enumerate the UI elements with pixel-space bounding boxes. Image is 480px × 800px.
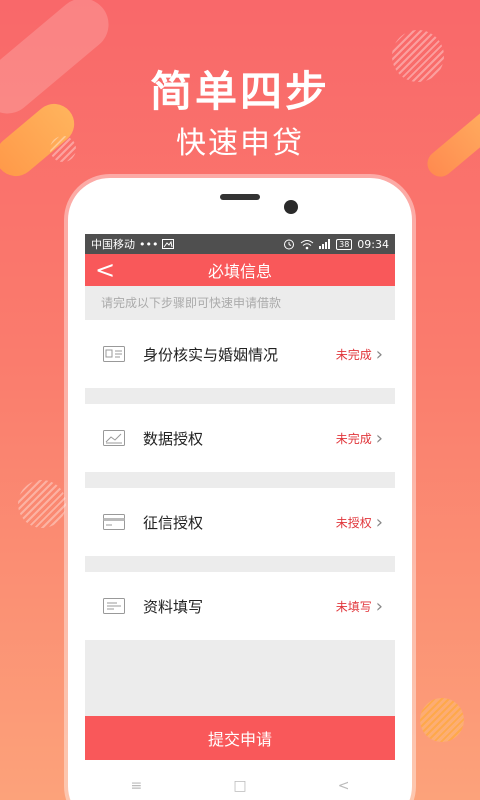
hint-text: 请完成以下步骤即可快速申请借款 [101, 296, 282, 310]
data-chart-icon [103, 429, 127, 447]
step-label: 征信授权 [143, 513, 204, 532]
id-card-icon [103, 345, 127, 363]
step-label: 数据授权 [143, 429, 204, 448]
chevron-right-icon: › [375, 511, 383, 533]
wifi-icon [300, 239, 314, 249]
soft-keys: ≡ □ < [85, 766, 395, 800]
step-data-auth[interactable]: 数据授权 未完成 › [85, 404, 395, 472]
step-label: 身份核实与婚姻情况 [143, 345, 279, 364]
image-notification-icon [162, 239, 175, 249]
step-identity[interactable]: 身份核实与婚姻情况 未完成 › [85, 320, 395, 388]
status-badge: 未授权 [335, 515, 372, 530]
back-button[interactable]: < [95, 256, 115, 284]
decor-ball [18, 480, 66, 528]
clock: 09:34 [357, 237, 389, 251]
step-label: 资料填写 [143, 597, 204, 616]
submit-button[interactable]: 提交申请 [85, 716, 395, 760]
carrier-label: 中国移动 [91, 238, 135, 251]
phone-speaker [220, 194, 260, 200]
status-badge: 未完成 [335, 347, 372, 362]
chevron-right-icon: › [375, 343, 383, 365]
step-credit-auth[interactable]: 征信授权 未授权 › [85, 488, 395, 556]
credit-card-icon [103, 513, 127, 531]
signal-icon [319, 239, 331, 249]
back-icon[interactable]: < [338, 778, 350, 794]
phone-camera [284, 200, 298, 214]
phone-frame: 中国移动 ••• 38 09:34 < 必填信息 请完成以下步骤即可快速申请借款… [68, 178, 412, 800]
form-icon [103, 597, 127, 615]
step-profile-fill[interactable]: 资料填写 未填写 › [85, 572, 395, 640]
phone-screen: 中国移动 ••• 38 09:34 < 必填信息 请完成以下步骤即可快速申请借款… [85, 234, 395, 750]
chevron-right-icon: › [375, 595, 383, 617]
decor-ball [420, 698, 464, 742]
home-icon[interactable]: □ [233, 778, 246, 794]
alarm-icon [284, 239, 295, 250]
promo-subheadline: 快速申贷 [176, 126, 304, 161]
status-badge: 未填写 [335, 599, 372, 614]
status-badge: 未完成 [335, 431, 372, 446]
chevron-right-icon: › [375, 427, 383, 449]
menu-icon[interactable]: ≡ [131, 778, 143, 794]
dots-indicator: ••• [139, 237, 159, 251]
nav-bar: < 必填信息 [85, 254, 395, 286]
battery-icon: 38 [336, 238, 353, 250]
status-bar: 中国移动 ••• 38 09:34 [85, 234, 395, 254]
promo-headline: 简单四步 [149, 67, 330, 116]
page-title: 必填信息 [207, 262, 272, 281]
